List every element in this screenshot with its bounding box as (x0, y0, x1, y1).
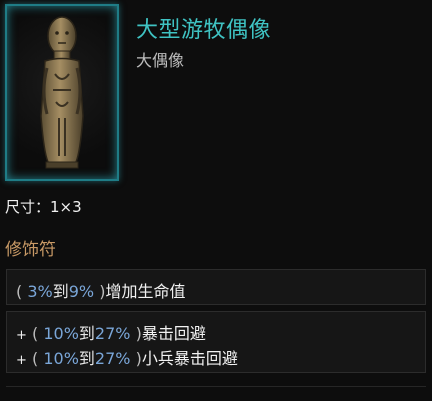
item-title: 大型游牧偶像 (136, 18, 272, 43)
bottom-divider (6, 386, 426, 387)
idol-statue-icon (40, 16, 84, 169)
range-min: 10% (43, 349, 79, 368)
modifier-prefix: + (16, 353, 27, 368)
range-open: ( (32, 324, 39, 343)
range-to: 到 (78, 324, 95, 343)
item-type: 大偶像 (136, 51, 185, 70)
explicit-modifier-line: + ( 10%到27% )暴击回避 (16, 320, 206, 344)
modifiers-heading: 修饰符 (5, 240, 56, 260)
implicit-modifier-box: ( 3%到9% )增加生命值 (6, 269, 426, 305)
range-to: 到 (78, 349, 95, 368)
modifier-text: 暴击回避 (141, 324, 206, 343)
range-to: 到 (52, 282, 69, 301)
item-image-frame (5, 4, 119, 181)
size-label: 尺寸： (5, 198, 51, 216)
range-open: ( (16, 282, 23, 301)
range-open: ( (32, 349, 39, 368)
range-max: 27% (94, 324, 131, 343)
modifier-text: 小兵暴击回避 (141, 349, 238, 368)
modifier-text: 增加生命值 (105, 282, 186, 301)
range-max: 27% (94, 349, 131, 368)
range-max: 9% (68, 282, 95, 301)
explicit-modifier-box: + ( 10%到27% )暴击回避 + ( 10%到27% )小兵暴击回避 (6, 311, 426, 373)
modifier-prefix: + (16, 328, 27, 343)
explicit-modifier-line: + ( 10%到27% )小兵暴击回避 (16, 345, 238, 369)
implicit-modifier-line: ( 3%到9% )增加生命值 (16, 278, 186, 302)
range-min: 3% (27, 282, 53, 301)
size-value: 1×3 (50, 198, 82, 216)
item-size: 尺寸：1×3 (5, 196, 82, 217)
range-min: 10% (43, 324, 79, 343)
